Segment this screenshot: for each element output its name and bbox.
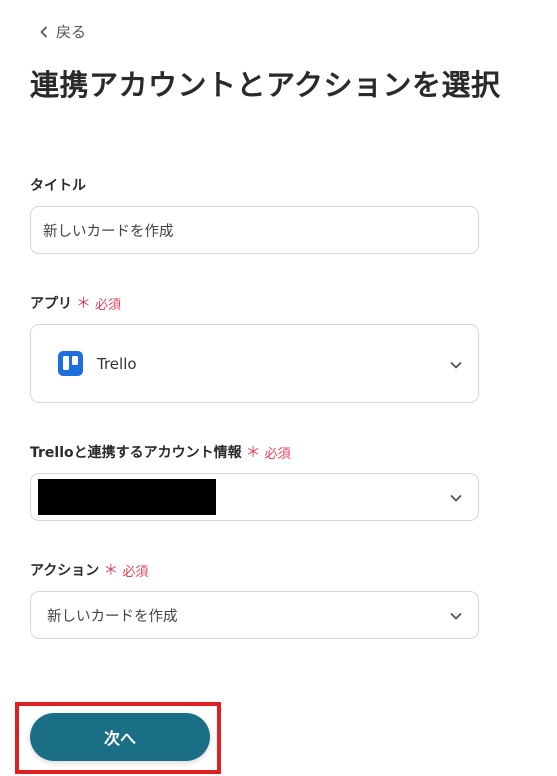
account-field-label: Trelloと連携するアカウント情報 ＊ 必須 bbox=[30, 442, 291, 462]
title-field-label: タイトル bbox=[30, 178, 86, 194]
next-button[interactable]: 次へ bbox=[30, 713, 210, 761]
required-indicator: ＊ 必須 bbox=[103, 560, 149, 580]
page: 戻る 連携アカウントとアクションを選択 タイトル 新しいカードを作成 アプリ ＊… bbox=[0, 0, 557, 776]
back-link[interactable]: 戻る bbox=[38, 21, 86, 42]
chevron-down-icon bbox=[450, 606, 462, 625]
chevron-left-icon bbox=[38, 26, 50, 38]
app-select[interactable]: Trello bbox=[30, 324, 479, 403]
title-input[interactable]: 新しいカードを作成 bbox=[30, 206, 479, 254]
page-title: 連携アカウントとアクションを選択 bbox=[30, 68, 501, 102]
redacted-account-value bbox=[38, 479, 216, 515]
back-label: 戻る bbox=[56, 23, 87, 41]
app-field-label: アプリ ＊ 必須 bbox=[30, 293, 122, 313]
action-select-value: 新しいカードを作成 bbox=[47, 608, 178, 625]
title-input-value: 新しいカードを作成 bbox=[43, 223, 174, 240]
trello-icon bbox=[58, 351, 83, 376]
action-field-label: アクション ＊ 必須 bbox=[30, 560, 149, 580]
action-select[interactable]: 新しいカードを作成 bbox=[30, 591, 479, 639]
account-select[interactable] bbox=[30, 473, 479, 521]
chevron-down-icon bbox=[450, 354, 462, 373]
required-indicator: ＊ 必須 bbox=[245, 442, 291, 462]
app-select-value: Trello bbox=[97, 354, 137, 373]
chevron-down-icon bbox=[450, 488, 462, 507]
required-indicator: ＊ 必須 bbox=[76, 293, 122, 313]
